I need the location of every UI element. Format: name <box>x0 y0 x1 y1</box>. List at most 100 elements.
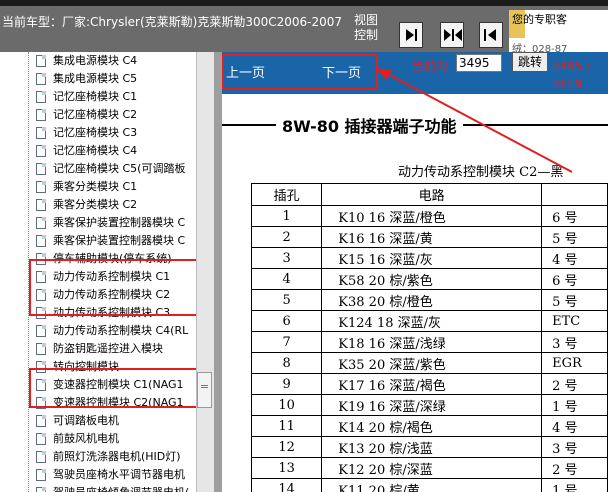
view-control-label: 视图 控制 <box>354 13 378 43</box>
arrow-left-bar-icon <box>484 29 496 41</box>
go-button[interactable]: 跳转 <box>512 52 548 72</box>
advert-text: 您的专职客 <box>512 13 567 26</box>
tree-item-label: 乘客分类模块 C2 <box>53 198 138 211</box>
arrow-right-bar-icon <box>406 29 417 41</box>
circuit-cell: K18 16 深蓝/浅绿 <box>321 331 543 353</box>
function-cell: 4 号 <box>541 247 608 269</box>
tree-item[interactable]: 驾驶员座椅水平调节器电机 <box>36 466 196 484</box>
document-icon <box>36 325 46 337</box>
document-icon <box>36 487 46 492</box>
tree-item[interactable]: 记忆座椅模块 C2 <box>36 106 196 124</box>
tree-item[interactable]: 动力传动系控制模块 C4(RL <box>36 322 196 340</box>
tree-item[interactable]: 记忆座椅模块 C4 <box>36 142 196 160</box>
document-icon <box>36 433 46 445</box>
tree-item-label: 驾驶员座椅水平调节器电机 <box>53 468 185 481</box>
tree-item[interactable]: 记忆座椅模块 C5(可调踏板 <box>36 160 196 178</box>
document-icon <box>36 181 46 193</box>
function-cell: 3 号 <box>541 331 608 353</box>
circuit-cell: K35 20 深蓝/紫色 <box>321 352 543 374</box>
tree-item[interactable]: 乘客分类模块 C2 <box>36 196 196 214</box>
table-row: 1 K10 16 深蓝/橙色 6 号 <box>250 205 608 227</box>
top-toolbar: 当前车型：厂家:Chrysler(克莱斯勒)克莱斯勒300C2006-2007 … <box>0 0 608 52</box>
function-cell: 5 号 <box>541 226 608 248</box>
pin-number-cell: 12 <box>250 436 323 458</box>
sidebar-tree[interactable]: 集成电源模块 C4 集成电源模块 C5 记忆座椅模块 C1 记忆座椅模块 C2 记忆座椅… <box>0 52 214 492</box>
pin-number-cell: 9 <box>250 373 323 395</box>
table-header-row: 插孔 电路 <box>250 183 608 206</box>
tree-item[interactable]: 前鼓风机电机 <box>36 430 196 448</box>
circuit-cell: K12 20 棕/深蓝 <box>321 457 543 479</box>
tree-item[interactable]: 防盗钥匙遥控进入模块 <box>36 340 196 358</box>
pin-number-cell: 4 <box>250 268 323 290</box>
document-icon <box>36 73 46 85</box>
sidebar-scroll-thumb[interactable] <box>197 372 212 408</box>
view-label-line2: 控制 <box>354 28 379 42</box>
tree-item[interactable]: 乘客保护装置控制器模块 C <box>36 232 196 250</box>
tree-item[interactable]: 记忆座椅模块 C1 <box>36 88 196 106</box>
next-page-button[interactable] <box>399 22 423 48</box>
function-cell: ETC <box>541 310 608 332</box>
tree-item-label: 乘客保护装置控制器模块 C <box>53 234 186 247</box>
advert-box[interactable]: 您的专职客 绒：028-87 <box>509 10 608 52</box>
advert-phone: 绒：028-87 <box>512 44 568 52</box>
tree-item-label: 前照灯洗涤器电机(HID灯) <box>53 450 181 463</box>
document-icon <box>36 469 46 481</box>
tree-item-label: 集成电源模块 C4 <box>53 54 138 67</box>
tree-item[interactable]: 集成电源模块 C5 <box>36 70 196 88</box>
document-icon <box>36 127 46 139</box>
tree-item[interactable]: 记忆座椅模块 C3 <box>36 124 196 142</box>
tree-item-label: 动力传动系控制模块 C4(RL <box>53 324 189 337</box>
table-row: 6 K124 18 深蓝/灰 ETC <box>250 310 608 332</box>
document-icon <box>36 415 46 427</box>
page-heading: 8W-80 插接器端子功能 <box>276 113 463 137</box>
tree-item-label: 前鼓风机电机 <box>53 432 119 445</box>
pin-number-cell: 11 <box>250 415 323 437</box>
document-icon <box>36 145 46 157</box>
document-icon <box>36 199 46 211</box>
pin-number-cell: 3 <box>250 247 323 269</box>
circuit-cell: K19 16 深蓝/深绿 <box>321 394 543 416</box>
pin-number-cell: 10 <box>250 394 323 416</box>
document-icon <box>36 451 46 463</box>
tree-item[interactable]: 乘客保护装置控制器模块 C <box>36 214 196 232</box>
table-row: 11 K14 20 棕/褐色 4 号 <box>250 415 608 437</box>
table-row: 4 K58 20 棕/紫色 6 号 <box>250 268 608 290</box>
circuit-cell: K58 20 棕/紫色 <box>321 268 543 290</box>
tree-item-label: 记忆座椅模块 C2 <box>53 108 138 121</box>
function-cell: 2 号 <box>541 373 608 395</box>
col-header-circuit: 电路 <box>321 183 543 206</box>
fit-width-button[interactable] <box>440 22 464 48</box>
table-caption: 动力传动系控制模块 C2—黑 <box>398 165 564 180</box>
view-label-line1: 视图 <box>354 13 379 27</box>
highlight-box-powertrain <box>29 259 208 316</box>
tree-item-label: 记忆座椅模块 C3 <box>53 126 138 139</box>
pin-number-cell: 5 <box>250 289 323 311</box>
circuit-cell: K14 20 棕/褐色 <box>321 415 543 437</box>
tree-item-label: 记忆座椅模块 C4 <box>53 144 138 157</box>
highlight-box-transmission <box>29 368 212 408</box>
pin-number-cell: 8 <box>250 352 323 374</box>
function-cell: 6 号 <box>541 268 608 290</box>
tree-item[interactable]: 驾驶员座椅倾角调节器电机( <box>36 484 196 492</box>
sidebar-scrollbar[interactable] <box>196 52 214 492</box>
table-row: 10 K19 16 深蓝/深绿 1 号 <box>250 394 608 416</box>
tree-item[interactable]: 可调踏板电机 <box>36 412 196 430</box>
page-number-input[interactable] <box>456 54 502 72</box>
circuit-cell: K38 20 棕/橙色 <box>321 289 543 311</box>
pin-number-cell: 7 <box>250 331 323 353</box>
tree-item[interactable]: 乘客分类模块 C1 <box>36 178 196 196</box>
tree-item[interactable]: 前照灯洗涤器电机(HID灯) <box>36 448 196 466</box>
tree-item[interactable]: 集成电源模块 C4 <box>36 52 196 70</box>
document-icon <box>36 343 46 355</box>
tree-item-label: 乘客保护装置控制器模块 C <box>53 216 186 229</box>
tree-item-label: 记忆座椅模块 C5(可调踏板 <box>53 162 186 175</box>
document-icon <box>36 55 46 67</box>
table-row: 2 K16 16 深蓝/黄 5 号 <box>250 226 608 248</box>
pane-divider[interactable] <box>214 52 222 492</box>
prev-page-button[interactable] <box>479 22 503 48</box>
function-cell: 1 号 <box>541 478 608 492</box>
document-icon <box>36 217 46 229</box>
table-row: 9 K17 16 深蓝/褐色 2 号 <box>250 373 608 395</box>
pin-number-cell: 1 <box>250 205 323 227</box>
circuit-cell: K13 20 棕/浅蓝 <box>321 436 543 458</box>
